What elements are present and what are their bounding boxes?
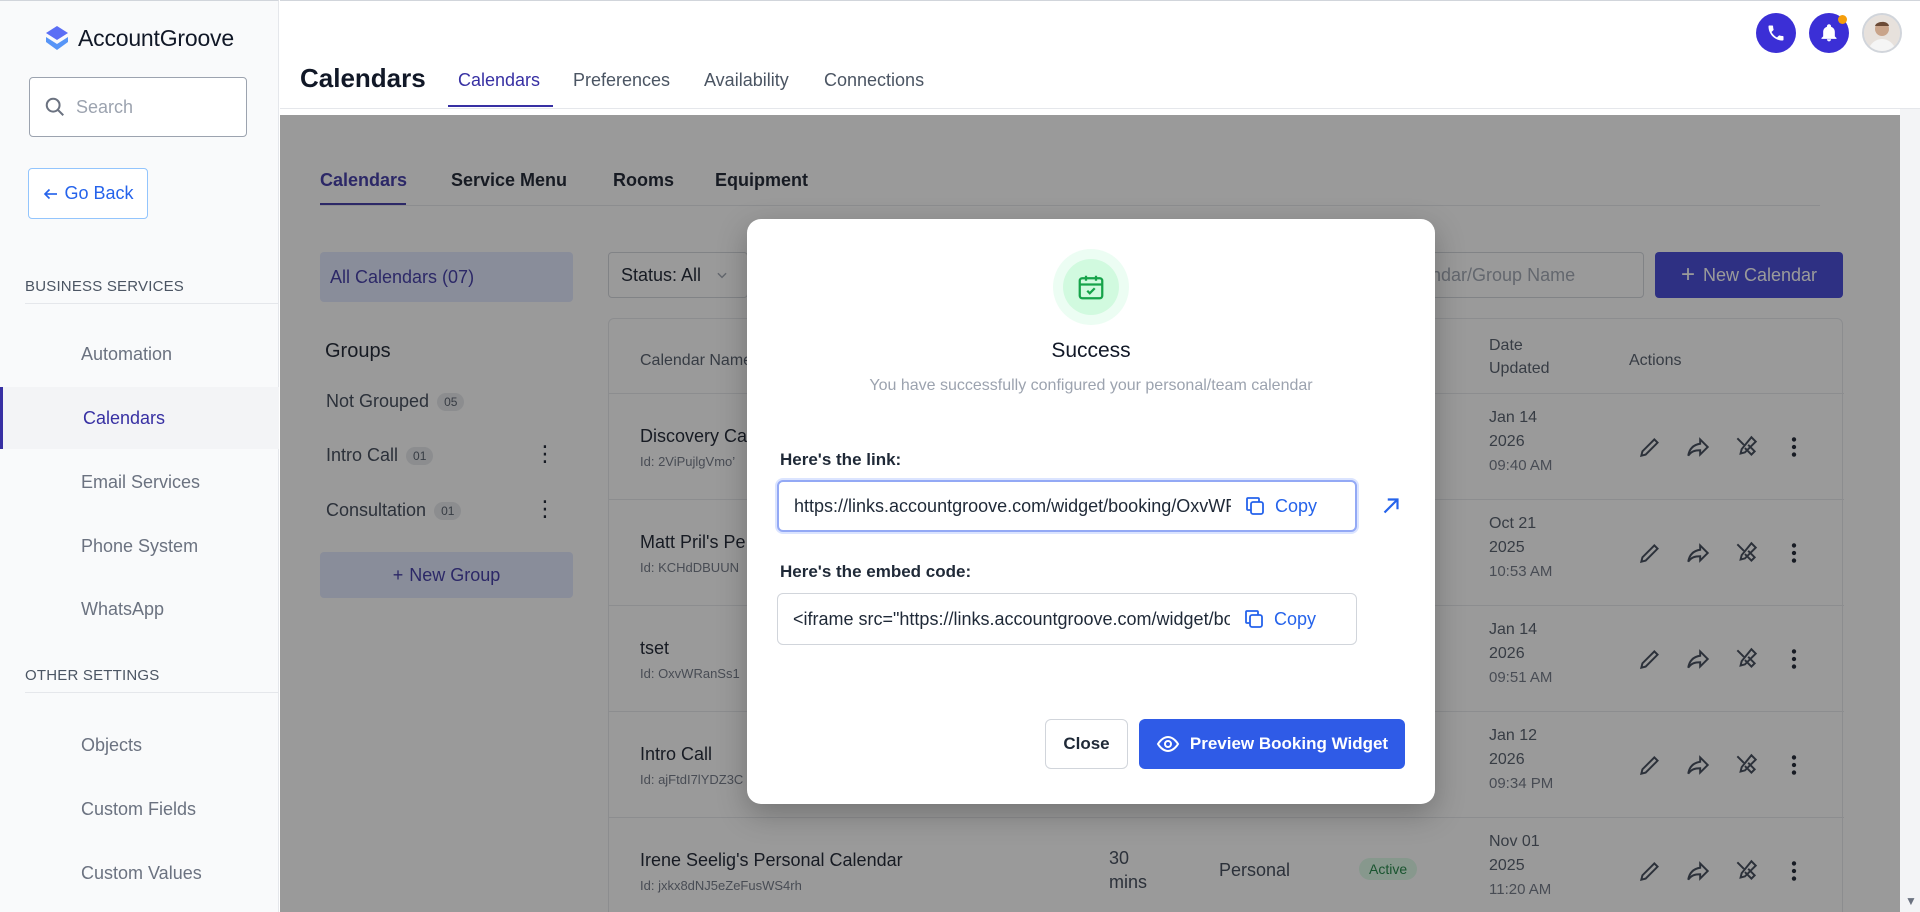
embed-code-field[interactable]: <iframe src="https://links.accountgroove… [777,593,1357,645]
close-button[interactable]: Close [1045,719,1128,769]
copy-embed-button[interactable]: Copy [1230,607,1316,631]
phone-button[interactable] [1756,13,1796,53]
search-icon [45,97,64,116]
section-title-business: BUSINESS SERVICES [25,278,185,295]
booking-link-field[interactable]: https://links.accountgroove.com/widget/b… [777,480,1357,532]
brand-logo[interactable]: AccountGroove [42,23,234,53]
sidebar-item-custom-values[interactable]: Custom Values [0,842,279,904]
go-back-button[interactable]: Go Back [28,168,148,219]
sidebar-item-calendars[interactable]: Calendars [0,387,279,449]
scroll-down-icon[interactable]: ▼ [1905,894,1917,908]
active-tab-indicator [448,105,553,107]
modal-title: Success [1051,339,1131,362]
sidebar-item-phone-system[interactable]: Phone System [0,515,279,577]
tab-availability[interactable]: Availability [704,70,789,91]
link-label: Here's the link: [780,450,902,469]
sidebar-item-automation[interactable]: Automation [0,323,279,385]
sidebar-item-custom-fields[interactable]: Custom Fields [0,778,279,840]
scrollbar[interactable] [1900,109,1920,912]
success-icon-inner [1063,259,1119,315]
copy-icon [1246,497,1264,515]
divider [25,692,279,693]
logo-mark-icon [46,26,68,50]
booking-link-value[interactable]: https://links.accountgroove.com/widget/b… [779,496,1231,517]
success-modal: Success You have successfully configured… [747,219,1435,804]
eye-icon [1156,735,1180,753]
page-title: Calendars [300,63,426,93]
arrow-left-icon [44,188,58,199]
success-icon-wrap [1053,249,1129,325]
embed-code-value[interactable]: <iframe src="https://links.accountgroove… [778,609,1230,630]
embed-label: Here's the embed code: [780,562,972,581]
tab-calendars[interactable]: Calendars [458,70,540,91]
external-link-icon[interactable] [1378,493,1404,519]
divider [25,303,279,304]
sidebar-search[interactable] [29,77,247,137]
calendar-check-icon [1078,275,1104,300]
user-avatar-icon [1864,15,1900,51]
avatar[interactable] [1862,13,1902,53]
copy-icon [1245,610,1263,628]
preview-booking-widget-button[interactable]: Preview Booking Widget [1139,719,1405,769]
sidebar-item-whatsapp[interactable]: WhatsApp [0,578,279,640]
notifications-button[interactable] [1809,13,1849,53]
phone-icon [1768,25,1784,41]
copy-label: Copy [1275,495,1318,516]
preview-label: Preview Booking Widget [1189,734,1389,753]
section-title-other: OTHER SETTINGS [25,667,160,684]
notification-dot [1838,15,1847,24]
sidebar-search-input[interactable] [76,96,226,118]
tab-preferences[interactable]: Preferences [573,70,670,91]
copy-label: Copy [1274,608,1317,629]
sidebar-item-email-services[interactable]: Email Services [0,451,279,513]
bell-icon [1821,24,1837,42]
copy-link-button[interactable]: Copy [1231,494,1317,518]
top-header: Calendars Calendars Preferences Availabi… [280,0,1920,109]
brand-name: AccountGroove [78,24,234,51]
go-back-label: Go Back [64,183,134,203]
sidebar-item-objects[interactable]: Objects [0,714,279,776]
modal-subtitle: You have successfully configured your pe… [869,377,1313,394]
sidebar: AccountGroove Go Back BUSINESS SERVICES … [0,0,279,912]
tab-connections[interactable]: Connections [824,70,924,91]
